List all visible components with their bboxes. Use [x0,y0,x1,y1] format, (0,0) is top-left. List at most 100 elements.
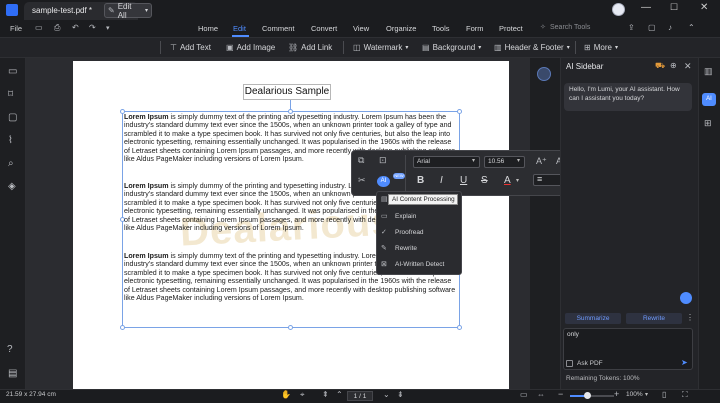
add-image-button[interactable]: ▣ Add Image [223,40,278,55]
translate-icon[interactable]: ⊞ [704,118,712,129]
redo-icon[interactable]: ↷ [89,23,96,32]
tab-convert[interactable]: Convert [311,24,337,33]
properties-icon[interactable]: ▥ [704,66,713,77]
right-rail [698,58,720,389]
app-logo-icon[interactable] [6,4,18,16]
avatar[interactable] [612,3,625,16]
bold-icon[interactable]: B [417,175,424,186]
ai-menu-detect[interactable]: AI-Written Detect [395,261,444,268]
customize-icon[interactable]: ▾ [106,24,110,32]
tab-organize[interactable]: Organize [386,24,416,33]
text-color-icon[interactable]: A [504,175,511,186]
ai-menu-proofread[interactable]: Proofread [395,229,424,236]
paragraph-lead: Lorem Ipsum [124,252,169,260]
align-left-icon: ≡ [537,174,543,184]
tab-form[interactable]: Form [466,24,484,33]
ai-menu-rewrite[interactable]: Rewrite [395,245,417,252]
increase-font-icon[interactable]: A⁺ [536,156,547,167]
ai-avatar-icon[interactable] [680,292,692,304]
rewrite-button[interactable]: Rewrite [626,313,682,324]
left-rail [0,58,26,389]
tab-tools[interactable]: Tools [432,24,450,33]
minimize-icon[interactable]: — [641,2,651,13]
underline-icon[interactable]: U [460,175,467,186]
proofread-icon: ✓ [381,229,387,236]
fit-width-icon[interactable]: ⇔ [537,390,545,399]
add-link-label: Add Link [301,43,333,52]
more-button[interactable]: ⊞ More ▾ [581,40,621,55]
close-icon[interactable]: ✕ [700,2,708,13]
ai-sidebar-toggle[interactable]: AI [702,93,716,106]
upload-icon[interactable]: ⇪ [628,23,635,32]
chat-icon[interactable]: ▢ [648,23,656,32]
settings-icon[interactable]: ▤ [8,368,17,379]
bookmark-icon[interactable]: ⌑ [8,89,13,100]
undo-icon[interactable]: ↶ [72,23,79,32]
new-chat-icon[interactable]: ⊕ [670,61,677,70]
italic-icon[interactable]: I [440,175,443,186]
ask-pdf-label: Ask PDF [577,360,603,367]
send-icon[interactable]: ➤ [681,358,688,367]
fit-page-icon[interactable]: ▭ [520,390,528,399]
ai-menu-explain[interactable]: Explain [395,213,416,220]
comment-icon[interactable]: ▢ [8,112,17,123]
cut-icon[interactable]: ✂ [358,175,366,186]
tab-comment[interactable]: Comment [262,24,295,33]
last-page-icon[interactable]: ⇟ [397,390,404,399]
background-label: Background [432,43,476,52]
paragraph-lead: Lorem Ipsum [124,182,169,190]
font-family-select[interactable]: Arial [413,156,480,168]
background-button[interactable]: ▤ Background ▾ [419,40,484,55]
ask-pdf-checkbox[interactable] [566,360,573,367]
zoom-level[interactable]: 100% [626,391,643,398]
search-tools-input[interactable]: Search Tools [550,24,590,31]
maximize-icon[interactable]: ☐ [670,2,678,13]
single-page-icon[interactable]: ▯ [662,390,666,399]
help-icon[interactable]: ? [7,344,13,355]
fullscreen-icon[interactable]: ⛶ [682,390,688,400]
document-title[interactable]: Dealarious Sample [243,84,331,100]
resize-handle[interactable] [288,325,293,330]
close-sidebar-icon[interactable]: ✕ [684,61,692,72]
cart-icon[interactable]: ⛟ [655,61,665,71]
thumbnails-icon[interactable]: ▭ [8,66,17,77]
file-menu[interactable]: File [10,24,22,33]
zoom-in-icon[interactable]: + [614,389,619,399]
first-page-icon[interactable]: ⇞ [322,390,329,399]
header-footer-label: Header & Footer [504,43,564,52]
more-options-icon[interactable]: ⋮ [686,313,694,322]
ai-button[interactable]: AI [377,176,390,187]
bell-icon[interactable]: ♪ [668,23,672,32]
tab-view[interactable]: View [353,24,369,33]
search-icon[interactable]: ⌕ [8,158,14,169]
prev-page-icon[interactable]: ⌃ [336,390,343,399]
chevron-down-icon: ▾ [516,178,520,184]
page-number-input[interactable]: 1 / 1 [347,391,373,401]
tab-edit[interactable]: Edit [233,24,246,33]
tab-protect[interactable]: Protect [499,24,523,33]
attachment-icon[interactable]: ⌇ [8,135,13,146]
add-link-button[interactable]: ⛓ Add Link [285,40,335,55]
edit-all-button[interactable]: ✎ Edit All ▾ [104,2,152,20]
expand-icon[interactable]: ⌃ [688,23,695,32]
hand-tool-icon[interactable]: ✋ [281,390,291,399]
print-icon[interactable]: ⎙ [54,23,60,33]
select-tool-icon[interactable]: ⌖ [300,390,305,400]
strikethrough-icon[interactable]: S [481,175,488,186]
ai-detect-icon: ⊠ [381,261,387,268]
next-page-icon[interactable]: ⌄ [383,390,390,399]
ai-assistant-float-icon[interactable] [537,67,551,81]
summarize-button[interactable]: Summarize [565,313,621,324]
ocr-icon[interactable]: ⊡ [379,155,387,166]
save-icon[interactable]: ▭ [35,23,43,32]
layers-icon[interactable]: ◈ [8,181,16,192]
resize-handle[interactable] [457,325,462,330]
add-text-button[interactable]: ⊤ Add Text [167,40,214,55]
tab-home[interactable]: Home [198,24,218,33]
content-processing-icon: ▤ [381,196,388,203]
resize-handle[interactable] [120,325,125,330]
header-footer-button[interactable]: ▥ Header & Footer ▾ [491,40,573,55]
copy-icon[interactable]: ⧉ [358,155,364,166]
zoom-out-icon[interactable]: − [558,389,563,399]
watermark-button[interactable]: ◫ Watermark ▾ [350,40,411,55]
